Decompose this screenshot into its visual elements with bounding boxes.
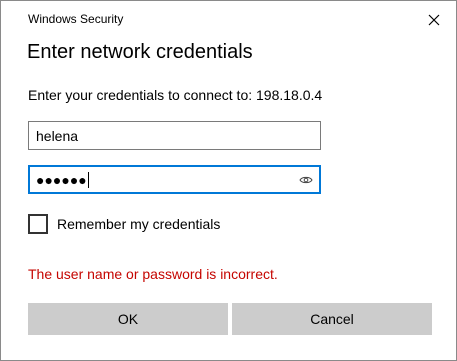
remember-label[interactable]: Remember my credentials <box>57 216 220 232</box>
close-button[interactable] <box>421 7 447 33</box>
password-content: ●●●●●● <box>36 172 89 188</box>
cancel-button[interactable]: Cancel <box>232 303 432 335</box>
connect-target-text: Enter your credentials to connect to: 19… <box>28 87 323 103</box>
error-message: The user name or password is incorrect. <box>28 266 278 282</box>
title-bar: Windows Security <box>1 1 456 37</box>
ok-button[interactable]: OK <box>28 303 228 335</box>
password-field[interactable]: ●●●●●● <box>28 165 321 194</box>
window-title: Windows Security <box>28 12 124 26</box>
remember-checkbox[interactable] <box>28 214 48 234</box>
text-caret <box>87 172 89 188</box>
credentials-dialog: Windows Security Enter network credentia… <box>0 0 457 361</box>
eye-icon[interactable] <box>299 173 313 187</box>
password-value: ●●●●●● <box>36 172 87 188</box>
username-value: helena <box>36 128 79 144</box>
close-icon <box>428 14 440 26</box>
username-field[interactable]: helena <box>28 121 321 150</box>
dialog-heading: Enter network credentials <box>27 41 253 63</box>
